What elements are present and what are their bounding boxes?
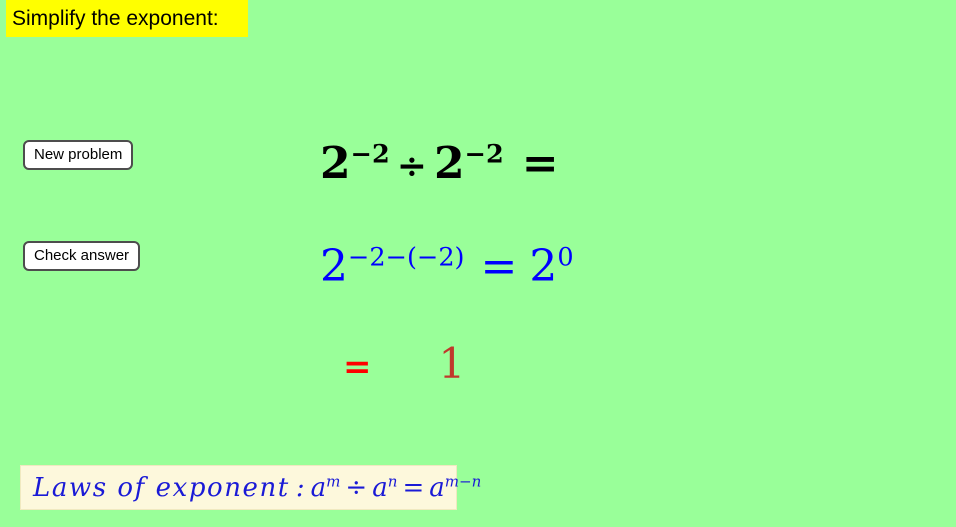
line1-equals-sign: = bbox=[521, 138, 559, 189]
new-problem-button[interactable]: New problem bbox=[23, 140, 134, 170]
line3-equals-sign: = bbox=[343, 347, 372, 387]
line1-exponent-2: −2 bbox=[464, 139, 504, 170]
problem-expression-line-1: 2−2 ÷ 2−2 = bbox=[320, 142, 559, 186]
check-answer-button[interactable]: Check answer bbox=[23, 241, 141, 271]
title-banner: Simplify the exponent: bbox=[6, 0, 248, 37]
line2-result-exponent: 0 bbox=[557, 242, 574, 273]
final-answer-value: 1 bbox=[438, 339, 466, 388]
laws-result-base: a bbox=[429, 472, 445, 503]
laws-of-exponent-box: Laws of exponent: am ÷ an = am−n bbox=[20, 465, 481, 510]
laws-exponent-2: n bbox=[387, 471, 398, 490]
divide-operator-icon: ÷ bbox=[396, 144, 427, 187]
laws-label: Laws of exponent bbox=[33, 472, 290, 503]
line2-result-base: 2 bbox=[529, 241, 558, 292]
line2-equals-sign: = bbox=[480, 241, 518, 292]
line1-base-1: 2 bbox=[320, 138, 351, 189]
laws-of-exponent-formula: Laws of exponent: am ÷ an = am−n bbox=[33, 471, 482, 503]
line1-exponent-1: −2 bbox=[350, 139, 390, 170]
laws-base-1: a bbox=[310, 472, 327, 503]
line1-base-2: 2 bbox=[434, 138, 465, 189]
page-title: Simplify the exponent: bbox=[12, 7, 219, 30]
laws-equals-sign: = bbox=[402, 472, 425, 503]
laws-divide-operator-icon: ÷ bbox=[345, 472, 368, 503]
line2-exponent: −2−(−2) bbox=[348, 242, 465, 273]
laws-result-exponent: m−n bbox=[444, 471, 482, 490]
line2-base: 2 bbox=[320, 241, 348, 292]
laws-colon: : bbox=[295, 472, 305, 503]
problem-expression-line-3: = 1 bbox=[343, 343, 465, 385]
laws-exponent-1: m bbox=[326, 471, 341, 490]
problem-expression-line-2: 2−2−(−2) = 20 bbox=[320, 245, 574, 289]
laws-base-2: a bbox=[372, 472, 388, 503]
